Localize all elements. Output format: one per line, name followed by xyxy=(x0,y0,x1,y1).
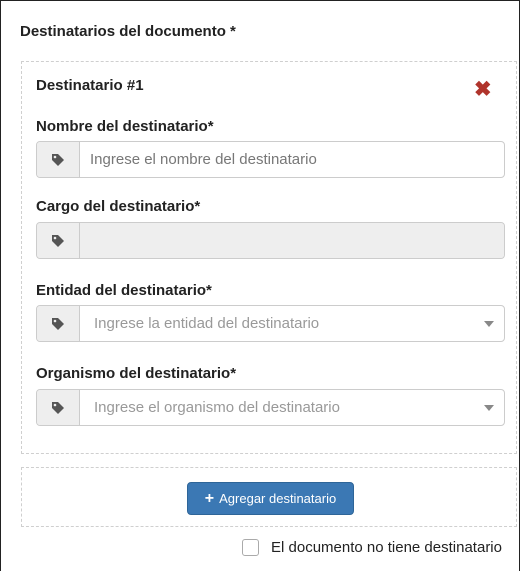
add-recipient-area: + Agregar destinatario xyxy=(21,467,517,527)
no-recipient-label: El documento no tiene destinatario xyxy=(271,539,502,556)
recipient-heading: Destinatario #1 xyxy=(36,77,144,94)
no-recipient-checkbox[interactable] xyxy=(242,539,259,556)
position-input xyxy=(80,223,504,258)
entity-select[interactable]: Ingrese la entidad del destinatario xyxy=(36,305,505,342)
organism-label: Organismo del destinatario* xyxy=(36,365,237,382)
chevron-down-icon[interactable] xyxy=(474,306,504,341)
close-icon[interactable]: ✖ xyxy=(474,79,492,100)
name-field xyxy=(36,141,505,178)
organism-select[interactable]: Ingrese el organismo del destinatario xyxy=(36,389,505,426)
chevron-down-icon[interactable] xyxy=(474,390,504,425)
position-label: Cargo del destinatario* xyxy=(36,198,201,215)
tag-icon xyxy=(37,223,80,258)
tag-icon xyxy=(37,142,80,177)
tag-icon xyxy=(37,390,80,425)
recipient-card: Destinatario #1 ✖ Nombre del destinatari… xyxy=(21,61,517,454)
entity-placeholder: Ingrese la entidad del destinatario xyxy=(94,315,320,332)
plus-icon: + xyxy=(204,489,215,507)
name-label: Nombre del destinatario* xyxy=(36,118,214,135)
add-recipient-button[interactable]: + Agregar destinatario xyxy=(187,482,354,515)
organism-placeholder: Ingrese el organismo del destinatario xyxy=(94,399,340,416)
tag-icon xyxy=(37,306,80,341)
no-recipient-option: El documento no tiene destinatario xyxy=(242,539,502,556)
entity-label: Entidad del destinatario* xyxy=(36,282,212,299)
name-input[interactable] xyxy=(80,142,504,177)
position-field xyxy=(36,222,505,259)
section-title: Destinatarios del documento * xyxy=(20,23,236,40)
add-recipient-label: Agregar destinatario xyxy=(219,491,337,506)
